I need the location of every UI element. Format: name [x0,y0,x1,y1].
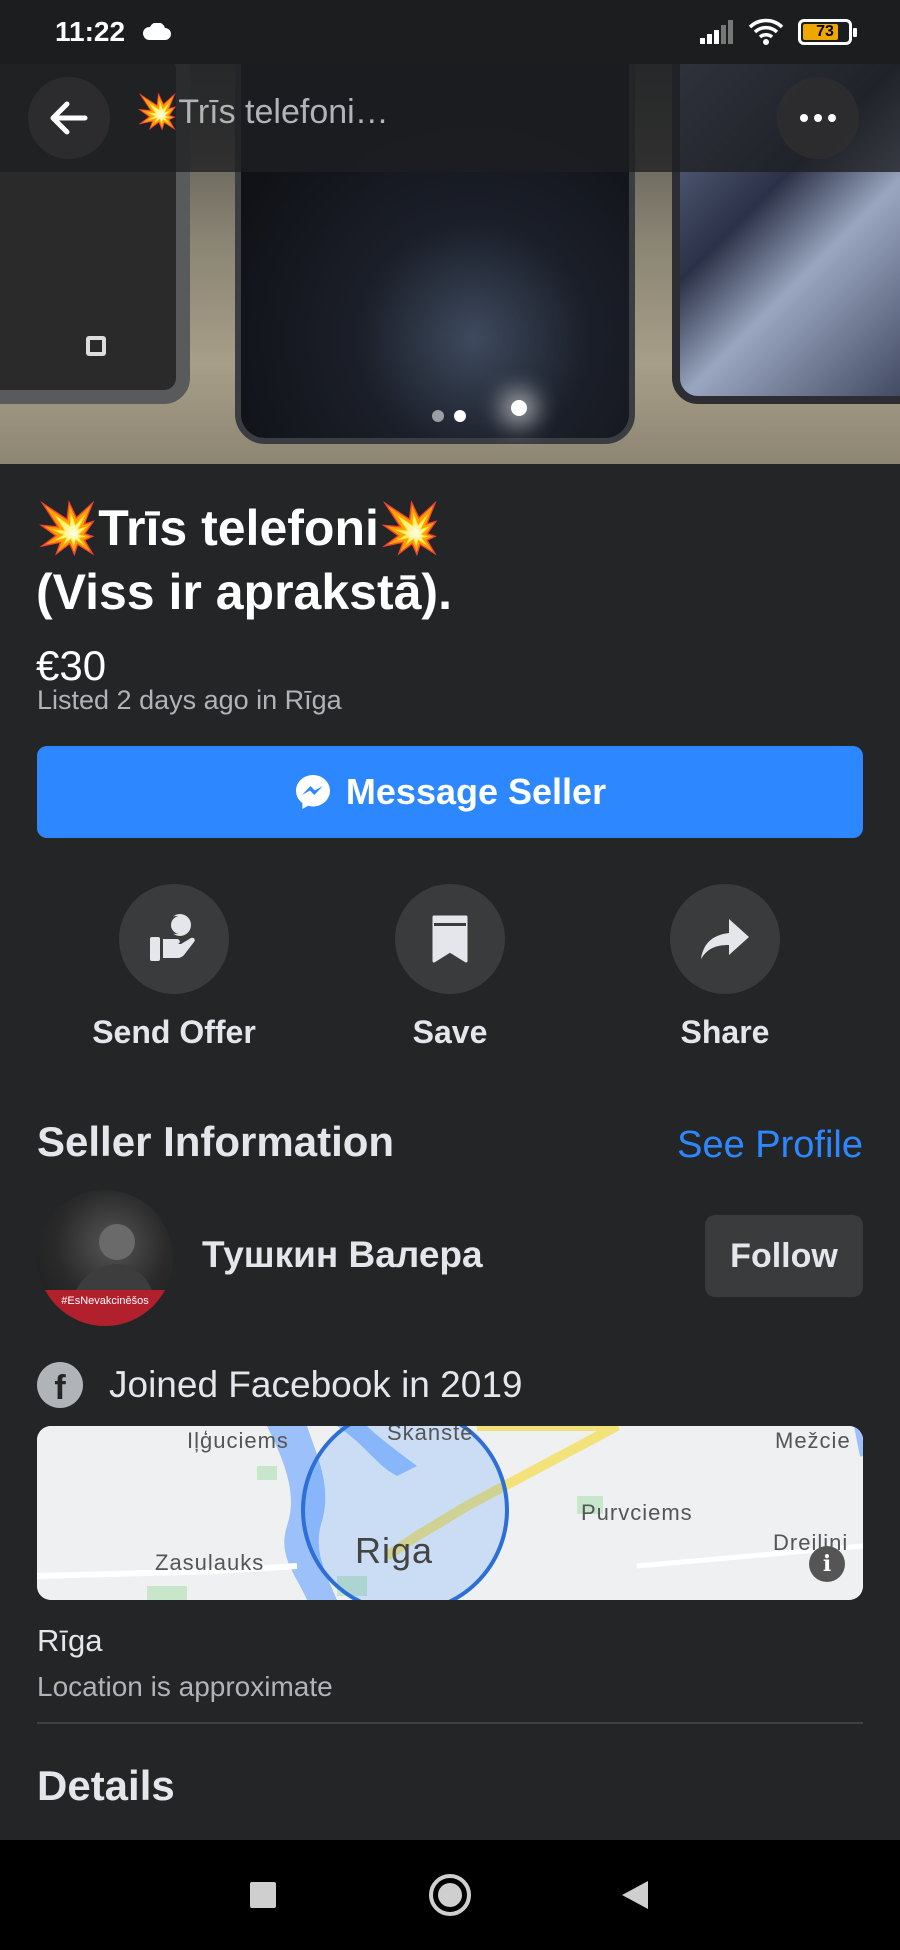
location-note: Location is approximate [37,1671,333,1702]
signal-icon [700,20,733,44]
save-label: Save [412,1014,488,1050]
send-offer-circle [119,884,229,994]
avatar-badge: #EsNevakcinēšos [37,1290,173,1326]
map-label-zasulauks: Zasulauks [155,1550,265,1575]
share-circle [670,884,780,994]
pagination-dot [432,410,444,422]
location-map[interactable]: Iļģuciems Skanste Mežcie Purvciems Zasul… [37,1426,863,1600]
battery-level: 73 [816,23,834,40]
section-divider [37,1722,863,1724]
map-label-skanste: Skanste [387,1426,474,1445]
listing-title-line1: 💥Trīs telefoni💥 [36,500,442,556]
cloud-icon [143,23,172,40]
more-icon [800,114,836,122]
map-label-mezciems: Mežcie [775,1428,851,1453]
listing-price: €30 [36,642,107,689]
system-nav-bar [0,1840,900,1950]
back-button[interactable] [28,77,110,159]
wifi-icon [748,18,784,45]
triangle-back-icon [622,1881,648,1909]
seller-name[interactable]: Тушкин Валера [202,1234,483,1276]
message-seller-label: Message Seller [345,771,607,812]
joined-row: f Joined Facebook in 2019 [37,1362,522,1408]
see-profile-link[interactable]: See Profile [677,1124,863,1167]
battery-icon: 73 [798,19,857,45]
pagination-dot-active [454,410,466,422]
listing-title-line2: (Viss ir aprakstā). [36,564,452,620]
map-label-ilguciems: Iļģuciems [187,1428,289,1453]
top-bar [0,64,900,172]
save-circle [395,884,505,994]
send-offer-label: Send Offer [92,1014,256,1050]
status-bar: 11:22 73 [0,0,900,64]
save-button[interactable]: Save [335,884,565,1051]
bookmark-icon [432,915,468,963]
share-button[interactable]: Share [610,884,840,1051]
home-circle-icon [429,1874,471,1916]
location-name: Rīga [37,1623,103,1658]
offer-icon [150,914,195,961]
back-arrow-icon [50,101,88,135]
map-label-riga: Riga [355,1530,434,1571]
listing-title: 💥Trīs telefoni💥 (Viss ir aprakstā). [36,496,866,624]
messenger-icon [295,775,330,809]
seller-avatar[interactable]: #EsNevakcinēšos [37,1190,173,1326]
map-label-purvciems: Purvciems [581,1500,693,1525]
home-button[interactable] [400,1840,500,1950]
map-info-icon[interactable]: i [809,1546,845,1582]
message-seller-button[interactable]: Message Seller [37,746,863,838]
facebook-icon: f [37,1362,83,1408]
listing-meta: Listed 2 days ago in Rīga [37,685,342,715]
recents-button[interactable] [213,1840,313,1950]
follow-button[interactable]: Follow [705,1215,863,1297]
more-options-button[interactable] [777,77,859,159]
status-time: 11:22 [55,16,126,47]
listing-photo[interactable]: 💥Trīs telefoni… [0,64,900,464]
photo-pagination [432,410,466,422]
header-title: 💥Trīs telefoni… [136,93,389,131]
send-offer-button[interactable]: Send Offer [59,884,289,1051]
joined-text: Joined Facebook in 2019 [109,1364,523,1405]
share-icon [701,919,749,959]
square-icon [250,1882,276,1908]
seller-info-heading: Seller Information [37,1118,395,1165]
share-label: Share [680,1014,770,1050]
details-heading: Details [37,1762,175,1809]
back-nav-button[interactable] [585,1840,685,1950]
